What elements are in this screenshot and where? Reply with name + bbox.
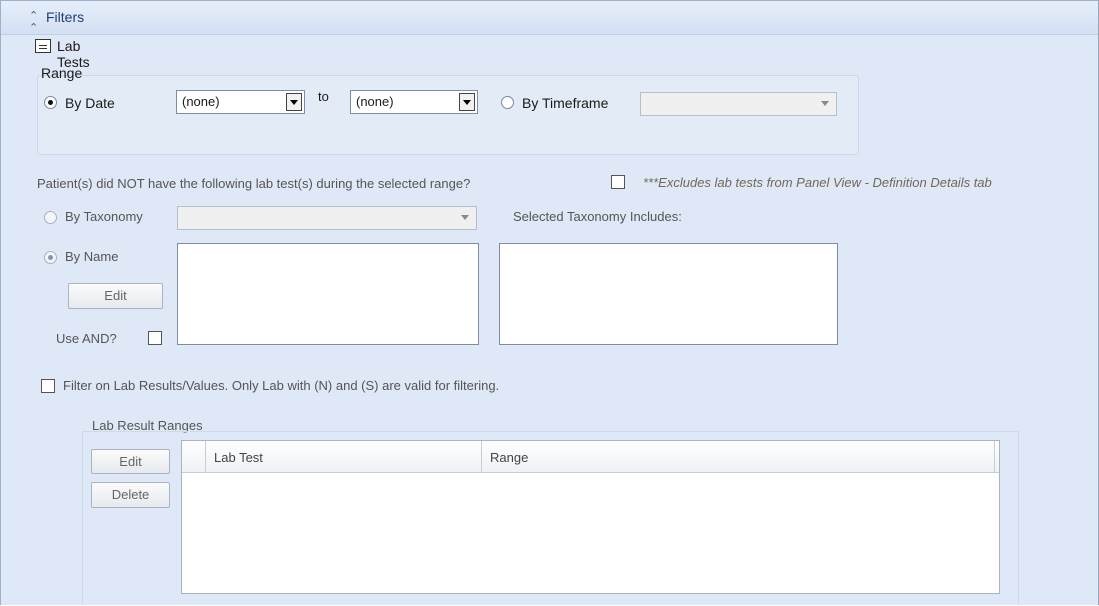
lab-names-list[interactable] [177, 243, 479, 345]
date-from-value: (none) [182, 94, 220, 109]
chevron-down-icon[interactable] [286, 93, 302, 111]
double-chevron-up-icon[interactable]: ⌃ ⌃ [29, 10, 38, 34]
filters-title: Filters [46, 9, 85, 25]
not-have-question: Patient(s) did NOT have the following la… [37, 176, 471, 191]
delete-range-button[interactable]: Delete [91, 482, 170, 508]
delete-range-label: Delete [111, 487, 150, 502]
edit-range-label: Edit [119, 454, 142, 469]
chevron-down-icon[interactable] [459, 93, 475, 111]
filter-results-label: Filter on Lab Results/Values. Only Lab w… [63, 378, 500, 393]
taxonomy-includes-list[interactable] [499, 243, 838, 345]
lab-ranges-grid[interactable]: Lab Test Range [181, 440, 1000, 594]
not-have-checkbox[interactable] [611, 175, 625, 189]
filters-header[interactable]: ⌃ ⌃ Filters [1, 1, 1098, 35]
date-to-value: (none) [356, 94, 394, 109]
use-and-checkbox[interactable] [148, 331, 162, 345]
date-to-select[interactable]: (none) [350, 90, 478, 114]
by-timeframe-radio[interactable] [501, 96, 514, 109]
use-and-label: Use AND? [56, 331, 117, 346]
edit-range-button[interactable]: Edit [91, 449, 170, 474]
col-range-label: Range [490, 450, 529, 465]
grid-header: Lab Test Range [182, 441, 999, 473]
to-label: to [318, 89, 329, 104]
excludes-note: ***Excludes lab tests from Panel View - … [643, 175, 992, 190]
col-lab-test[interactable]: Lab Test [206, 441, 482, 472]
row-selector-header [182, 441, 206, 472]
timeframe-select[interactable] [640, 92, 837, 116]
col-lab-test-label: Lab Test [214, 450, 263, 465]
selected-taxonomy-label: Selected Taxonomy Includes: [513, 209, 682, 224]
filters-panel: ⌃ ⌃ Filters Lab Tests Range By Date (none… [0, 0, 1099, 605]
date-from-select[interactable]: (none) [176, 90, 305, 114]
taxonomy-select[interactable] [177, 206, 477, 230]
by-name-label: By Name [65, 249, 119, 264]
filter-results-checkbox[interactable] [41, 379, 55, 393]
chevron-down-icon[interactable] [818, 95, 834, 113]
chevron-down-icon[interactable] [458, 209, 474, 227]
by-timeframe-label: By Timeframe [522, 95, 609, 111]
collapse-box-icon[interactable] [35, 39, 51, 53]
edit-names-button[interactable]: Edit [68, 283, 163, 309]
by-taxonomy-label: By Taxonomy [65, 209, 143, 224]
by-date-label: By Date [65, 95, 115, 111]
by-date-radio[interactable] [44, 96, 57, 109]
col-range[interactable]: Range [482, 441, 995, 472]
edit-names-label: Edit [104, 288, 127, 303]
by-taxonomy-radio[interactable] [44, 211, 57, 224]
range-label: Range [41, 65, 83, 81]
by-name-radio[interactable] [44, 251, 57, 264]
